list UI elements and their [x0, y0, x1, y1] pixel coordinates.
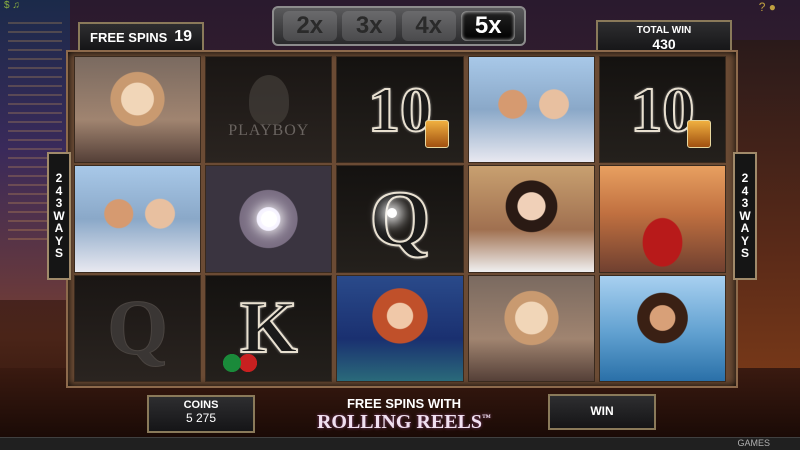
- coins-label: COINS: [183, 399, 219, 411]
- symbol-couple-yacht: [467, 56, 595, 164]
- reel-3: 10 Q: [336, 56, 464, 382]
- ways-digit: 3: [741, 196, 749, 211]
- symbol-sparkle-burst: [205, 165, 333, 273]
- symbol-queen: Q: [336, 165, 464, 273]
- reel-4: [467, 56, 595, 382]
- total-win-label: TOTAL WIN: [636, 25, 692, 36]
- reel-1: Q: [74, 56, 202, 382]
- bunny-logo-icon: [248, 75, 289, 125]
- multiplier-3x: 3x: [342, 11, 397, 41]
- ten-glyph: 10: [367, 73, 433, 145]
- symbol-playboy-logo-faded: PLAYBOY: [205, 56, 333, 164]
- ten-glyph: 10: [629, 73, 695, 145]
- multiplier-5x-active: 5x: [461, 11, 516, 41]
- reel-grid: Q PLAYBOY K 10 Q 10: [74, 56, 726, 382]
- win-display: WIN: [548, 394, 656, 430]
- sound-icon[interactable]: $ ♫: [4, 0, 20, 11]
- sparkle-icon: [387, 207, 398, 218]
- ways-digit: 2: [741, 170, 749, 185]
- promo-title: ROLLING REELS: [316, 411, 483, 433]
- bottom-bar: GAMES: [0, 437, 800, 450]
- multiplier-bar: 2x 3x 4x 5x: [272, 6, 526, 46]
- multiplier-4x: 4x: [401, 11, 456, 41]
- total-win-display: TOTAL WIN 430: [596, 20, 732, 54]
- multiplier-2x: 2x: [282, 11, 337, 41]
- symbol-king: K: [205, 274, 333, 382]
- symbol-woman-car: [598, 165, 726, 273]
- symbol-queen-faded: Q: [74, 274, 202, 382]
- free-spins-counter: FREE SPINS 19: [78, 22, 204, 52]
- reel-2: PLAYBOY K: [205, 56, 333, 382]
- trademark-mark: ™: [482, 412, 492, 423]
- poker-chips-icon: [220, 352, 261, 373]
- ways-letter: A: [740, 221, 750, 236]
- playboy-logo-text: PLAYBOY: [228, 122, 310, 140]
- free-spins-value: 19: [174, 28, 192, 45]
- symbol-woman-beach: [598, 274, 726, 382]
- ways-letter: S: [740, 246, 749, 261]
- ways-digit: 2: [55, 170, 63, 185]
- settings-icon[interactable]: ? ●: [759, 0, 776, 14]
- symbol-couple-yacht: [74, 165, 202, 273]
- games-button[interactable]: GAMES: [737, 438, 770, 448]
- ways-letter: A: [54, 221, 64, 236]
- symbol-ten: 10: [336, 56, 464, 164]
- queen-glyph: Q: [369, 174, 432, 262]
- sparkle-icon: [260, 210, 277, 227]
- ways-indicator-right: 2 4 3 W A Y S: [733, 152, 757, 280]
- symbol-woman-brunette: [467, 165, 595, 273]
- win-label: WIN: [590, 404, 614, 418]
- ways-digit: 3: [55, 196, 63, 211]
- symbol-woman-red: [336, 274, 464, 382]
- coins-value: 5 275: [185, 411, 217, 425]
- whisky-glass-icon: [424, 120, 449, 149]
- promo-line-2: ROLLING REELS™: [304, 411, 504, 434]
- reel-5: 10: [598, 56, 726, 382]
- ways-indicator-left: 2 4 3 W A Y S: [47, 152, 71, 280]
- whisky-glass-icon: [686, 120, 711, 149]
- symbol-ten: 10: [598, 56, 726, 164]
- ways-letter: S: [54, 246, 63, 261]
- free-spins-label: FREE SPINS: [90, 29, 168, 45]
- promo-line-1: FREE SPINS WITH: [346, 396, 462, 411]
- symbol-woman-blonde: [74, 56, 202, 164]
- promo-banner: FREE SPINS WITH ROLLING REELS™: [304, 396, 504, 434]
- queen-glyph: Q: [107, 284, 169, 372]
- coins-display[interactable]: COINS 5 275: [147, 395, 255, 433]
- symbol-woman-blonde: [467, 274, 595, 382]
